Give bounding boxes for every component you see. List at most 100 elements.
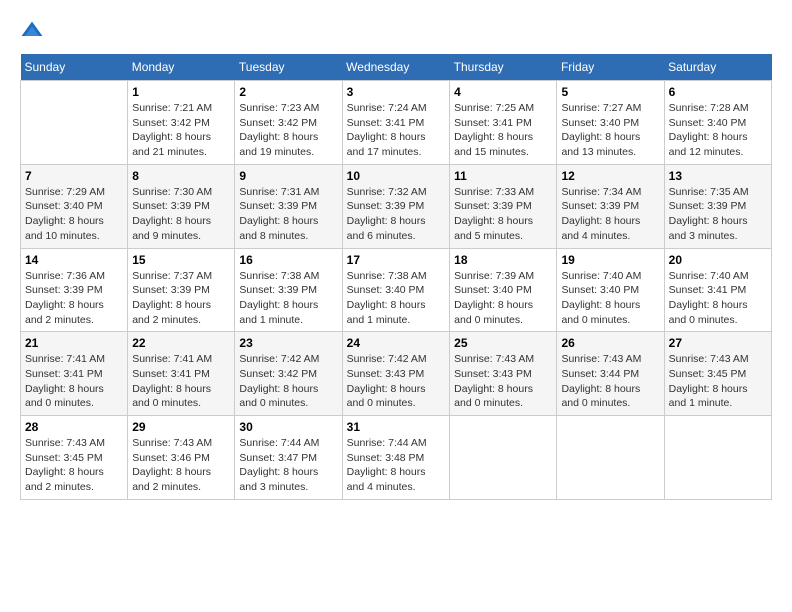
calendar-cell: 4Sunrise: 7:25 AM Sunset: 3:41 PM Daylig… [450,81,557,165]
header-sunday: Sunday [21,54,128,81]
calendar-cell: 10 Sunrise: 7:32 AM Sunset: 3:39 PM Dayli… [342,164,449,248]
day-number: 18 [454,253,552,267]
week-row-5: 28 Sunrise: 7:43 AM Sunset: 3:45 PM Dayli… [21,416,772,500]
calendar: SundayMondayTuesdayWednesdayThursdayFrid… [20,54,772,500]
calendar-cell: 27 Sunrise: 7:43 AM Sunset: 3:45 PM Dayli… [664,332,771,416]
calendar-cell: 21 Sunrise: 7:41 AM Sunset: 3:41 PM Dayli… [21,332,128,416]
day-number: 28 [25,420,123,434]
day-number: 9 [239,169,337,183]
calendar-cell: 14Sunrise: 7:36 AM Sunset: 3:39 PM Dayli… [21,248,128,332]
day-number: 4 [454,85,552,99]
calendar-cell: 9 Sunrise: 7:31 AM Sunset: 3:39 PM Daylig… [235,164,342,248]
header-monday: Monday [128,54,235,81]
day-info: Sunrise: 7:43 AM Sunset: 3:44 PM Dayligh… [561,352,659,411]
calendar-cell: 26 Sunrise: 7:43 AM Sunset: 3:44 PM Dayli… [557,332,664,416]
day-info: Sunrise: 7:31 AM Sunset: 3:39 PM Dayligh… [239,185,337,244]
day-number: 11 [454,169,552,183]
calendar-cell: 11 Sunrise: 7:33 AM Sunset: 3:39 PM Dayli… [450,164,557,248]
day-info: Sunrise: 7:28 AM Sunset: 3:40 PM Dayligh… [669,101,767,160]
day-info: Sunrise: 7:29 AM Sunset: 3:40 PM Dayligh… [25,185,123,244]
calendar-cell: 7 Sunrise: 7:29 AM Sunset: 3:40 PM Daylig… [21,164,128,248]
day-number: 24 [347,336,445,350]
day-number: 29 [132,420,230,434]
day-number: 14 [25,253,123,267]
day-number: 15 [132,253,230,267]
day-info: Sunrise: 7:32 AM Sunset: 3:39 PM Dayligh… [347,185,445,244]
day-info: Sunrise: 7:40 AM Sunset: 3:40 PM Dayligh… [561,269,659,328]
week-row-4: 21 Sunrise: 7:41 AM Sunset: 3:41 PM Dayli… [21,332,772,416]
day-info: Sunrise: 7:21 AM Sunset: 3:42 PM Dayligh… [132,101,230,160]
day-info: Sunrise: 7:43 AM Sunset: 3:46 PM Dayligh… [132,436,230,495]
header-tuesday: Tuesday [235,54,342,81]
week-row-3: 14Sunrise: 7:36 AM Sunset: 3:39 PM Dayli… [21,248,772,332]
calendar-cell: 2 Sunrise: 7:23 AM Sunset: 3:42 PM Daylig… [235,81,342,165]
day-number: 16 [239,253,337,267]
day-number: 22 [132,336,230,350]
day-info: Sunrise: 7:41 AM Sunset: 3:41 PM Dayligh… [25,352,123,411]
day-info: Sunrise: 7:30 AM Sunset: 3:39 PM Dayligh… [132,185,230,244]
header-friday: Friday [557,54,664,81]
day-info: Sunrise: 7:35 AM Sunset: 3:39 PM Dayligh… [669,185,767,244]
day-info: Sunrise: 7:34 AM Sunset: 3:39 PM Dayligh… [561,185,659,244]
day-number: 30 [239,420,337,434]
day-number: 21 [25,336,123,350]
header-wednesday: Wednesday [342,54,449,81]
day-info: Sunrise: 7:43 AM Sunset: 3:43 PM Dayligh… [454,352,552,411]
day-info: Sunrise: 7:42 AM Sunset: 3:43 PM Dayligh… [347,352,445,411]
calendar-cell: 5 Sunrise: 7:27 AM Sunset: 3:40 PM Daylig… [557,81,664,165]
calendar-cell: 22Sunrise: 7:41 AM Sunset: 3:41 PM Dayli… [128,332,235,416]
day-number: 2 [239,85,337,99]
day-info: Sunrise: 7:33 AM Sunset: 3:39 PM Dayligh… [454,185,552,244]
calendar-cell: 3 Sunrise: 7:24 AM Sunset: 3:41 PM Daylig… [342,81,449,165]
day-info: Sunrise: 7:24 AM Sunset: 3:41 PM Dayligh… [347,101,445,160]
week-row-2: 7 Sunrise: 7:29 AM Sunset: 3:40 PM Daylig… [21,164,772,248]
calendar-cell: 24 Sunrise: 7:42 AM Sunset: 3:43 PM Dayli… [342,332,449,416]
day-info: Sunrise: 7:44 AM Sunset: 3:47 PM Dayligh… [239,436,337,495]
day-info: Sunrise: 7:44 AM Sunset: 3:48 PM Dayligh… [347,436,445,495]
calendar-cell [664,416,771,500]
day-number: 3 [347,85,445,99]
day-number: 13 [669,169,767,183]
calendar-cell [557,416,664,500]
day-number: 8 [132,169,230,183]
day-info: Sunrise: 7:39 AM Sunset: 3:40 PM Dayligh… [454,269,552,328]
day-info: Sunrise: 7:38 AM Sunset: 3:40 PM Dayligh… [347,269,445,328]
day-number: 17 [347,253,445,267]
day-info: Sunrise: 7:43 AM Sunset: 3:45 PM Dayligh… [25,436,123,495]
header-thursday: Thursday [450,54,557,81]
calendar-cell: 19 Sunrise: 7:40 AM Sunset: 3:40 PM Dayli… [557,248,664,332]
day-info: Sunrise: 7:27 AM Sunset: 3:40 PM Dayligh… [561,101,659,160]
day-number: 7 [25,169,123,183]
day-number: 10 [347,169,445,183]
calendar-cell: 15 Sunrise: 7:37 AM Sunset: 3:39 PM Dayli… [128,248,235,332]
calendar-cell: 13 Sunrise: 7:35 AM Sunset: 3:39 PM Dayli… [664,164,771,248]
day-number: 26 [561,336,659,350]
page-header [20,20,772,44]
calendar-cell: 1 Sunrise: 7:21 AM Sunset: 3:42 PM Daylig… [128,81,235,165]
day-number: 19 [561,253,659,267]
calendar-cell [450,416,557,500]
day-number: 6 [669,85,767,99]
day-number: 5 [561,85,659,99]
week-row-1: 1 Sunrise: 7:21 AM Sunset: 3:42 PM Daylig… [21,81,772,165]
day-number: 20 [669,253,767,267]
day-number: 23 [239,336,337,350]
calendar-header-row: SundayMondayTuesdayWednesdayThursdayFrid… [21,54,772,81]
day-info: Sunrise: 7:37 AM Sunset: 3:39 PM Dayligh… [132,269,230,328]
calendar-cell: 12 Sunrise: 7:34 AM Sunset: 3:39 PM Dayli… [557,164,664,248]
logo-icon [20,20,44,44]
day-info: Sunrise: 7:23 AM Sunset: 3:42 PM Dayligh… [239,101,337,160]
calendar-cell: 23Sunrise: 7:42 AM Sunset: 3:42 PM Dayli… [235,332,342,416]
day-number: 27 [669,336,767,350]
day-info: Sunrise: 7:38 AM Sunset: 3:39 PM Dayligh… [239,269,337,328]
calendar-cell: 30 Sunrise: 7:44 AM Sunset: 3:47 PM Dayli… [235,416,342,500]
day-number: 12 [561,169,659,183]
day-number: 25 [454,336,552,350]
header-saturday: Saturday [664,54,771,81]
day-info: Sunrise: 7:40 AM Sunset: 3:41 PM Dayligh… [669,269,767,328]
day-info: Sunrise: 7:43 AM Sunset: 3:45 PM Dayligh… [669,352,767,411]
logo [20,20,48,44]
day-number: 31 [347,420,445,434]
day-number: 1 [132,85,230,99]
calendar-cell: 16 Sunrise: 7:38 AM Sunset: 3:39 PM Dayli… [235,248,342,332]
